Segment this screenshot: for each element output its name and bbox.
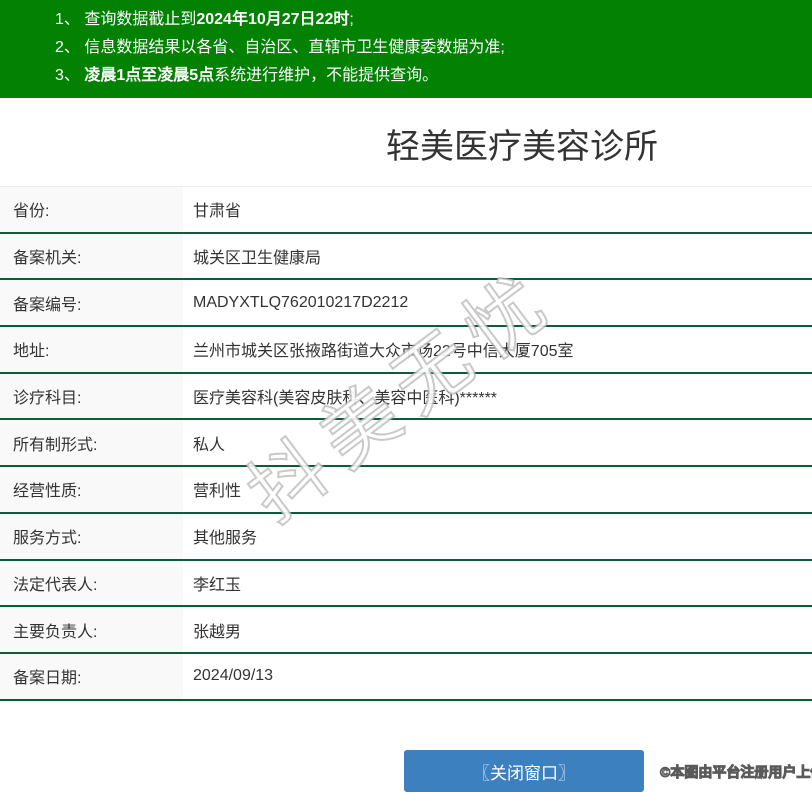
row-value: 营利性 bbox=[193, 483, 242, 501]
table-row-address: 地址: 兰州市城关区张掖路街道大众市场22号中信大厦705室 bbox=[0, 327, 812, 374]
row-label: 备案机关: bbox=[0, 233, 183, 279]
row-label: 经营性质: bbox=[0, 467, 183, 512]
row-value: 私人 bbox=[193, 436, 226, 454]
row-value: 医疗美容科(美容皮肤科、美容中医科)****** bbox=[193, 390, 498, 408]
close-window-button[interactable]: 〖关闭窗口〗 bbox=[404, 750, 644, 792]
table-row-business-nature: 经营性质: 营利性 bbox=[0, 467, 812, 514]
record-table: 省份: 甘肃省 备案机关: 城关区卫生健康局 备案编号: MADYXTLQ762… bbox=[0, 186, 812, 701]
notice-text: 系统进行维护，不能提供查询。 bbox=[214, 67, 439, 84]
row-label: 地址: bbox=[0, 327, 183, 372]
row-label: 法定代表人: bbox=[0, 560, 183, 606]
row-label: 备案日期: bbox=[0, 653, 183, 699]
notice-text: ; bbox=[349, 11, 354, 28]
row-label: 主要负责人: bbox=[0, 607, 183, 652]
row-value: 城关区卫生健康局 bbox=[193, 250, 322, 268]
row-value: 李红玉 bbox=[193, 576, 242, 594]
table-row-filing-authority: 备案机关: 城关区卫生健康局 bbox=[0, 233, 812, 281]
table-row-legal-representative: 法定代表人: 李红玉 bbox=[0, 560, 812, 608]
table-row-departments: 诊疗科目: 医疗美容科(美容皮肤科、美容中医科)****** bbox=[0, 373, 812, 421]
notice-text: 1、 查询数据截止到 bbox=[55, 11, 197, 28]
row-value: MADYXTLQ762010217D2212 bbox=[193, 293, 409, 311]
notice-line-1: 1、 查询数据截止到2024年10月27日22时; bbox=[55, 6, 802, 34]
row-value: 兰州市城关区张掖路街道大众市场22号中信大厦705室 bbox=[193, 343, 574, 361]
row-label: 省份: bbox=[0, 187, 183, 232]
notice-bold-text: 2024年10月27日22时 bbox=[196, 11, 350, 28]
notice-line-3: 3、 凌晨1点至凌晨5点系统进行维护，不能提供查询。 bbox=[55, 62, 802, 90]
row-value: 其他服务 bbox=[193, 530, 258, 548]
table-row-principal: 主要负责人: 张越男 bbox=[0, 607, 812, 654]
notice-banner: 1、 查询数据截止到2024年10月27日22时; 2、 信息数据结果以各省、自… bbox=[0, 0, 812, 98]
row-label: 服务方式: bbox=[0, 513, 183, 559]
row-label: 所有制形式: bbox=[0, 420, 183, 466]
row-value: 张越男 bbox=[193, 623, 242, 641]
notice-line-2: 2、 信息数据结果以各省、自治区、直辖市卫生健康委数据为准; bbox=[55, 34, 802, 62]
upload-credit: ©本图由平台注册用户上传 bbox=[659, 764, 812, 781]
page-title: 轻美医疗美容诊所 bbox=[386, 128, 658, 166]
row-value: 2024/09/13 bbox=[193, 667, 274, 685]
notice-text: 2、 信息数据结果以各省、自治区、直辖市卫生健康委数据为准; bbox=[55, 39, 505, 56]
table-row-service-mode: 服务方式: 其他服务 bbox=[0, 513, 812, 561]
notice-bold-text: 凌晨1点至凌晨5点 bbox=[84, 67, 215, 84]
notice-text: 3、 bbox=[55, 67, 85, 84]
table-row-ownership: 所有制形式: 私人 bbox=[0, 420, 812, 468]
row-label: 诊疗科目: bbox=[0, 373, 183, 419]
table-row-filing-date: 备案日期: 2024/09/13 bbox=[0, 653, 812, 701]
row-value: 甘肃省 bbox=[193, 203, 242, 221]
row-label: 备案编号: bbox=[0, 280, 183, 326]
table-row-filing-number: 备案编号: MADYXTLQ762010217D2212 bbox=[0, 280, 812, 328]
table-row-province: 省份: 甘肃省 bbox=[0, 187, 812, 234]
